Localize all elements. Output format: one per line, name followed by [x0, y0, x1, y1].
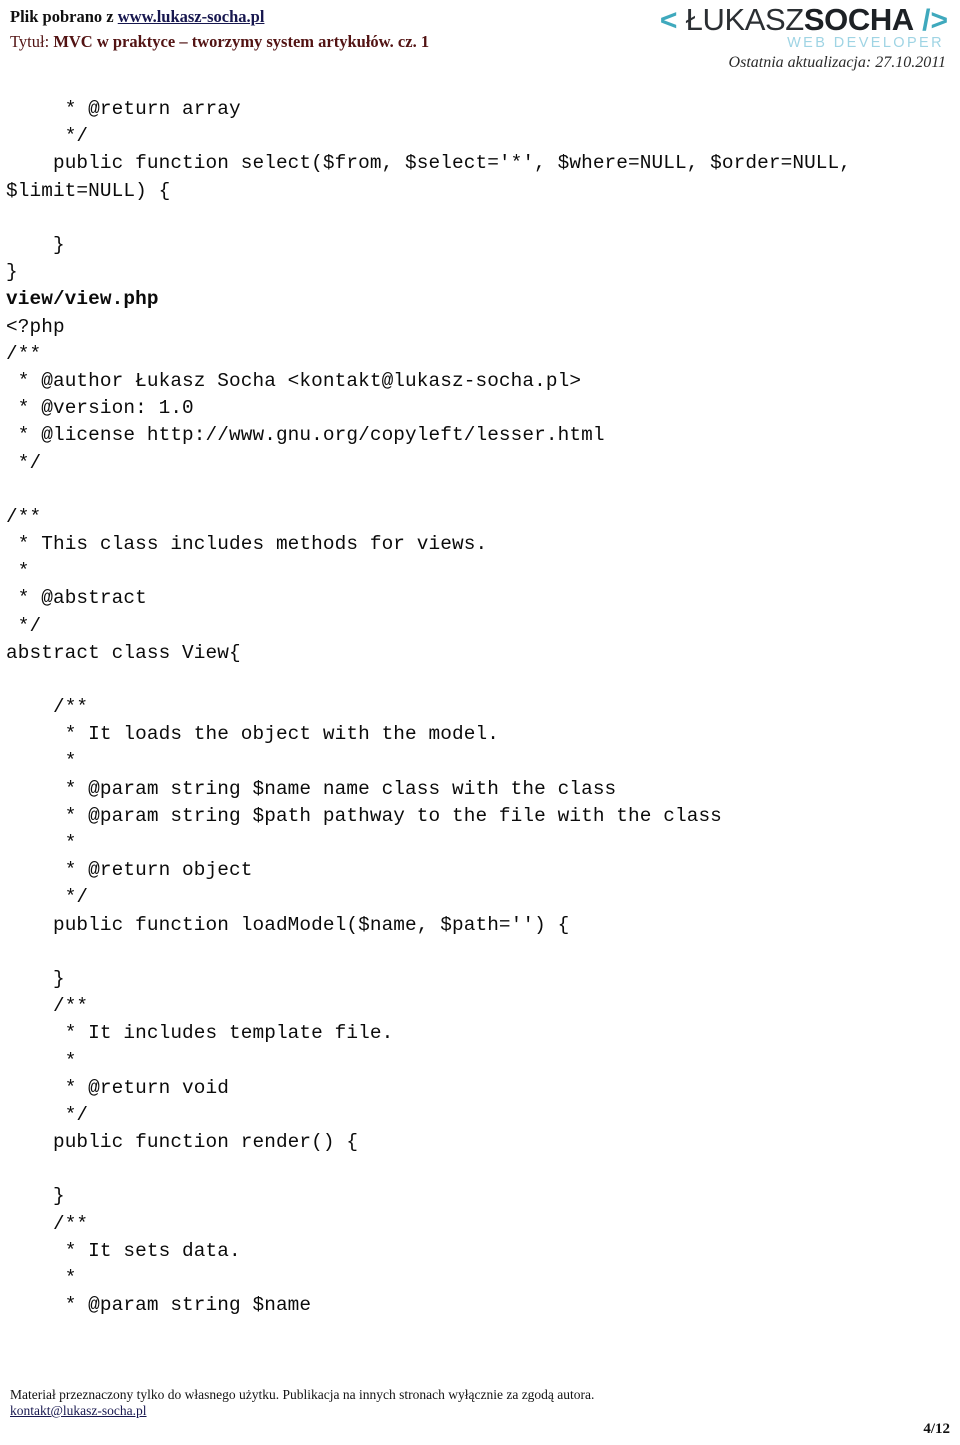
logo-name-first: ŁUKASZ [677, 2, 805, 37]
header-right-branding: < ŁUKASZSOCHA /> WEB DEVELOPER Ostatnia … [628, 0, 958, 86]
code-content-area: * @return array */ public function selec… [6, 96, 954, 1319]
code-spacer [6, 939, 954, 966]
title-label: Tytuł: [10, 32, 54, 52]
code-heading-view-file: view/view.php [6, 288, 159, 311]
last-update-text: Ostatnia aktualizacja: 27.10.2011 [728, 54, 946, 71]
code-spacer [6, 667, 954, 694]
brand-logo: < ŁUKASZSOCHA /> WEB DEVELOPER Ostatnia … [638, 2, 950, 72]
code-spacer [6, 1156, 954, 1183]
code-block-db-select-tail: * @return array */ public function selec… [6, 98, 852, 284]
code-block-view-class-docblock: /** * This class includes methods for vi… [6, 505, 488, 664]
code-block-loadmodel: /** * It loads the object with the model… [52, 696, 722, 936]
header-left-text: Plik pobrano z www.lukasz-socha.pl Tytuł… [10, 6, 620, 53]
logo-wordmark: < ŁUKASZSOCHA /> [638, 2, 950, 39]
downloaded-from-line: Plik pobrano z www.lukasz-socha.pl [10, 6, 620, 28]
close-angle-bracket-icon: /> [913, 4, 948, 37]
code-block-render: } /** * It includes template file. * * @… [52, 967, 394, 1154]
code-block-setdata: } /** * It sets data. * * @param string … [52, 1185, 312, 1317]
footer-email-link[interactable]: kontakt@lukasz-socha.pl [10, 1403, 147, 1419]
code-block-view-header-docblock: <?php /** * @author Łukasz Socha <kontak… [6, 315, 605, 474]
page-title: MVC w praktyce – tworzymy system artykuł… [53, 32, 430, 52]
logo-name-second: SOCHA [803, 2, 914, 37]
document-page: Plik pobrano z www.lukasz-socha.pl Tytuł… [0, 0, 960, 1445]
page-number: 4/12 [923, 1421, 950, 1437]
document-title-line: Tytuł: MVC w praktyce – tworzymy system … [10, 30, 620, 53]
downloaded-from-label: Plik pobrano z [10, 7, 118, 26]
site-link[interactable]: www.lukasz-socha.pl [118, 7, 265, 26]
footer-usage-note: Materiał przeznaczony tylko do własnego … [10, 1387, 595, 1402]
code-spacer [6, 477, 954, 504]
page-footer: Materiał przeznaczony tylko do własnego … [0, 1367, 960, 1445]
open-angle-bracket-icon: < [659, 4, 678, 37]
page-header: Plik pobrano z www.lukasz-socha.pl Tytuł… [0, 0, 960, 86]
